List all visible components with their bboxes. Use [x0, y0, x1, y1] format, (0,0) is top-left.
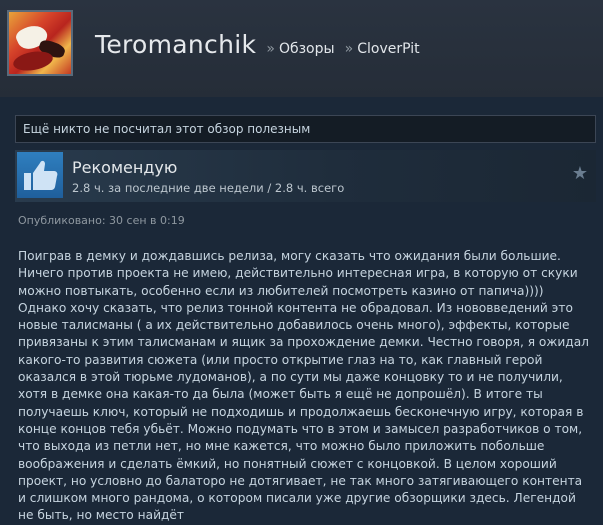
breadcrumb-game-link[interactable]: CloverPit: [357, 41, 419, 57]
user-name-link[interactable]: Teromanchik: [95, 30, 256, 59]
playtime-hours: 2.8 ч. за последние две недели / 2.8 ч. …: [72, 181, 345, 195]
breadcrumb-separator: »: [266, 41, 275, 57]
breadcrumb-reviews-link[interactable]: Обзоры: [279, 41, 335, 57]
star-icon[interactable]: ★: [570, 164, 590, 184]
breadcrumb-separator: »: [344, 41, 354, 57]
review-text: Поиграв в демку и дождавшись релиза, мог…: [18, 249, 589, 523]
breadcrumb: Teromanchik » Обзоры » CloverPit: [95, 30, 420, 59]
profile-header: Teromanchik » Обзоры » CloverPit: [0, 0, 603, 97]
thumbs-up-icon: [17, 152, 63, 198]
posted-date: Опубликовано: 30 сен в 0:19: [18, 214, 185, 227]
helpful-status: Ещё никто не посчитал этот обзор полезны…: [15, 115, 596, 143]
recommendation-box: Рекомендую 2.8 ч. за последние две недел…: [15, 150, 596, 202]
recommendation-title: Рекомендую: [72, 158, 178, 177]
avatar[interactable]: [7, 10, 73, 76]
